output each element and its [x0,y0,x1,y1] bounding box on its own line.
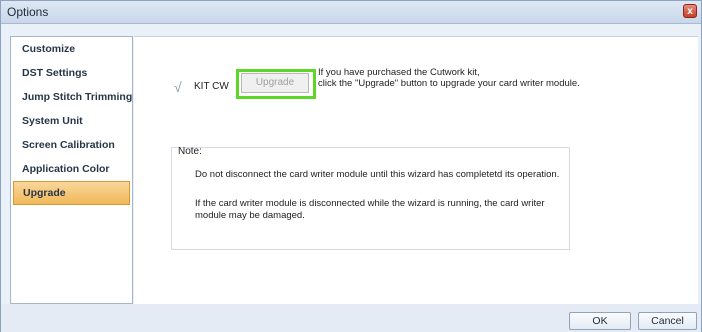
sidebar-item-jump-stitch-trimming[interactable]: Jump Stitch Trimming [13,85,132,109]
sidebar-item-dst-settings[interactable]: DST Settings [13,61,130,85]
sidebar-item-customize[interactable]: Customize [13,37,130,61]
cancel-button[interactable]: Cancel [638,312,697,330]
upgrade-panel: √ KIT CW Upgrade If you have purchased t… [134,36,698,304]
info-line-2: click the "Upgrade" button to upgrade yo… [318,78,580,89]
note-line-1: Do not disconnect the card writer module… [195,169,560,180]
options-sidebar: Customize DST Settings Jump Stitch Trimm… [10,36,133,304]
options-window: Options x Customize DST Settings Jump St… [0,0,702,332]
check-icon: √ [174,79,182,95]
dialog-footer: OK Cancel [1,304,701,332]
kit-label: KIT CW [194,81,229,92]
note-label: Note: [178,146,202,157]
note-line-2: If the card writer module is disconnecte… [195,198,545,221]
close-icon[interactable]: x [683,4,697,18]
sidebar-item-application-color[interactable]: Application Color [13,157,130,181]
title-bar[interactable]: Options x [1,1,701,24]
sidebar-item-system-unit[interactable]: System Unit [13,109,130,133]
upgrade-info-text: If you have purchased the Cutwork kit, c… [318,67,580,89]
window-title: Options [7,5,49,19]
note-box: Note: Do not disconnect the card writer … [171,146,570,250]
upgrade-button[interactable]: Upgrade [241,73,309,93]
ok-button[interactable]: OK [569,312,631,330]
info-line-1: If you have purchased the Cutwork kit, [318,67,480,78]
sidebar-item-screen-calibration[interactable]: Screen Calibration [13,133,130,157]
sidebar-item-upgrade[interactable]: Upgrade [13,181,130,205]
